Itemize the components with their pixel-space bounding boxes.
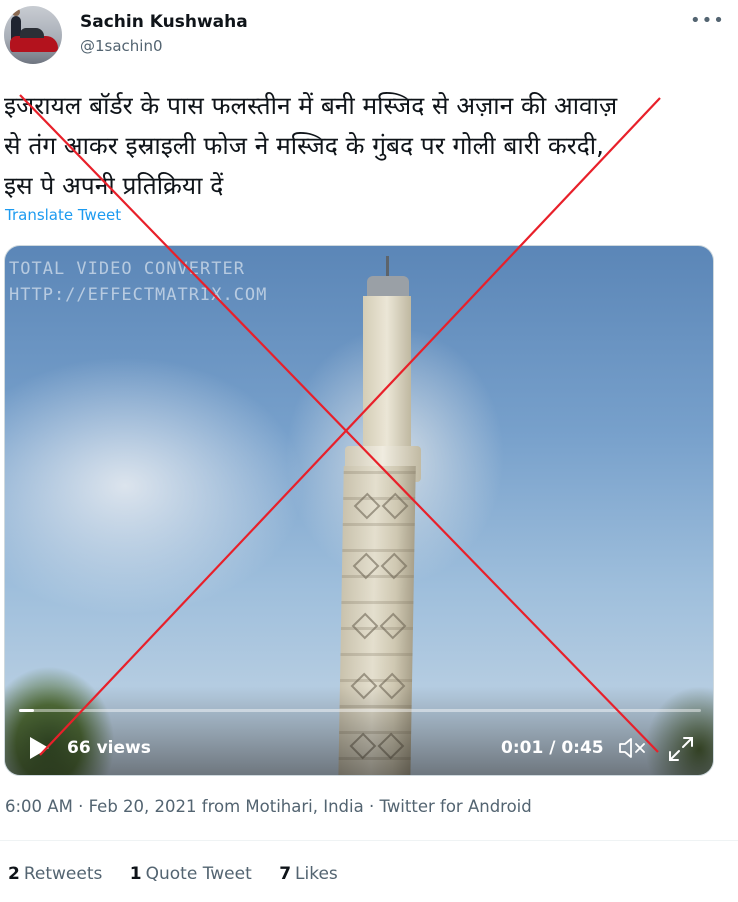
tweet-date[interactable]: Feb 20, 2021 xyxy=(89,797,197,816)
tweet-text-line-3: इस पे अपनी प्रतिक्रिया दें xyxy=(4,171,224,200)
watermark-line-1: TOTAL VIDEO CONVERTER xyxy=(9,259,245,279)
video-controls-overlay xyxy=(5,686,713,775)
author-name[interactable]: Sachin Kushwaha xyxy=(80,12,248,32)
tweet-text-line-2: से तंग आकर इस्राइली फोज ने मस्जिद के गुं… xyxy=(4,131,604,160)
video-time: 0:01 / 0:45 xyxy=(501,738,604,758)
tweet-meta: 6:00 AM · Feb 20, 2021 from Motihari, In… xyxy=(5,797,532,816)
tweet-stats: 2 Retweets 1 Quote Tweet 7 Likes xyxy=(8,864,360,884)
play-icon[interactable] xyxy=(25,735,51,761)
ellipsis-icon[interactable]: ••• xyxy=(690,10,725,31)
video-watermark: TOTAL VIDEO CONVERTER HTTP://EFFECTMATRI… xyxy=(9,256,267,308)
tweet-time[interactable]: 6:00 AM xyxy=(5,797,73,816)
divider xyxy=(0,840,738,841)
video-player[interactable]: TOTAL VIDEO CONVERTER HTTP://EFFECTMATRI… xyxy=(4,245,714,776)
quote-tweets-stat[interactable]: 1 Quote Tweet xyxy=(130,864,252,884)
watermark-line-2: HTTP://EFFECTMATRIX.COM xyxy=(9,285,268,305)
quote-tweets-count: 1 xyxy=(129,864,142,884)
translate-tweet-link[interactable]: Translate Tweet xyxy=(5,206,121,224)
avatar[interactable] xyxy=(4,6,62,64)
tweet-client[interactable]: Twitter for Android xyxy=(379,797,531,816)
fullscreen-icon[interactable] xyxy=(667,735,695,763)
meta-separator: · xyxy=(368,797,375,816)
retweets-count: 2 xyxy=(8,864,20,884)
view-count: 66 views xyxy=(67,738,151,758)
smoke-cloud xyxy=(5,356,305,616)
likes-count: 7 xyxy=(279,864,292,884)
mute-icon[interactable] xyxy=(617,735,647,761)
tweet-text: इजरायल बॉर्डर के पास फलस्तीन में बनी मस्… xyxy=(4,86,732,206)
avatar-car xyxy=(10,28,58,52)
likes-label: Likes xyxy=(295,864,338,884)
tweet-card: Sachin Kushwaha @1sachin0 ••• इजरायल बॉर… xyxy=(0,0,738,902)
likes-stat[interactable]: 7 Likes xyxy=(279,864,338,884)
retweets-stat[interactable]: 2 Retweets xyxy=(8,864,102,884)
author-handle[interactable]: @1sachin0 xyxy=(80,37,163,55)
quote-tweets-label: Quote Tweet xyxy=(145,864,252,884)
meta-separator: · xyxy=(78,797,84,816)
tweet-text-line-1: इजरायल बॉर्डर के पास फलस्तीन में बनी मस्… xyxy=(4,91,618,120)
tweet-location[interactable]: from Motihari, India xyxy=(202,797,364,816)
retweets-label: Retweets xyxy=(23,864,103,884)
video-progress-fill xyxy=(19,709,34,712)
video-progress-bar[interactable] xyxy=(19,709,701,712)
